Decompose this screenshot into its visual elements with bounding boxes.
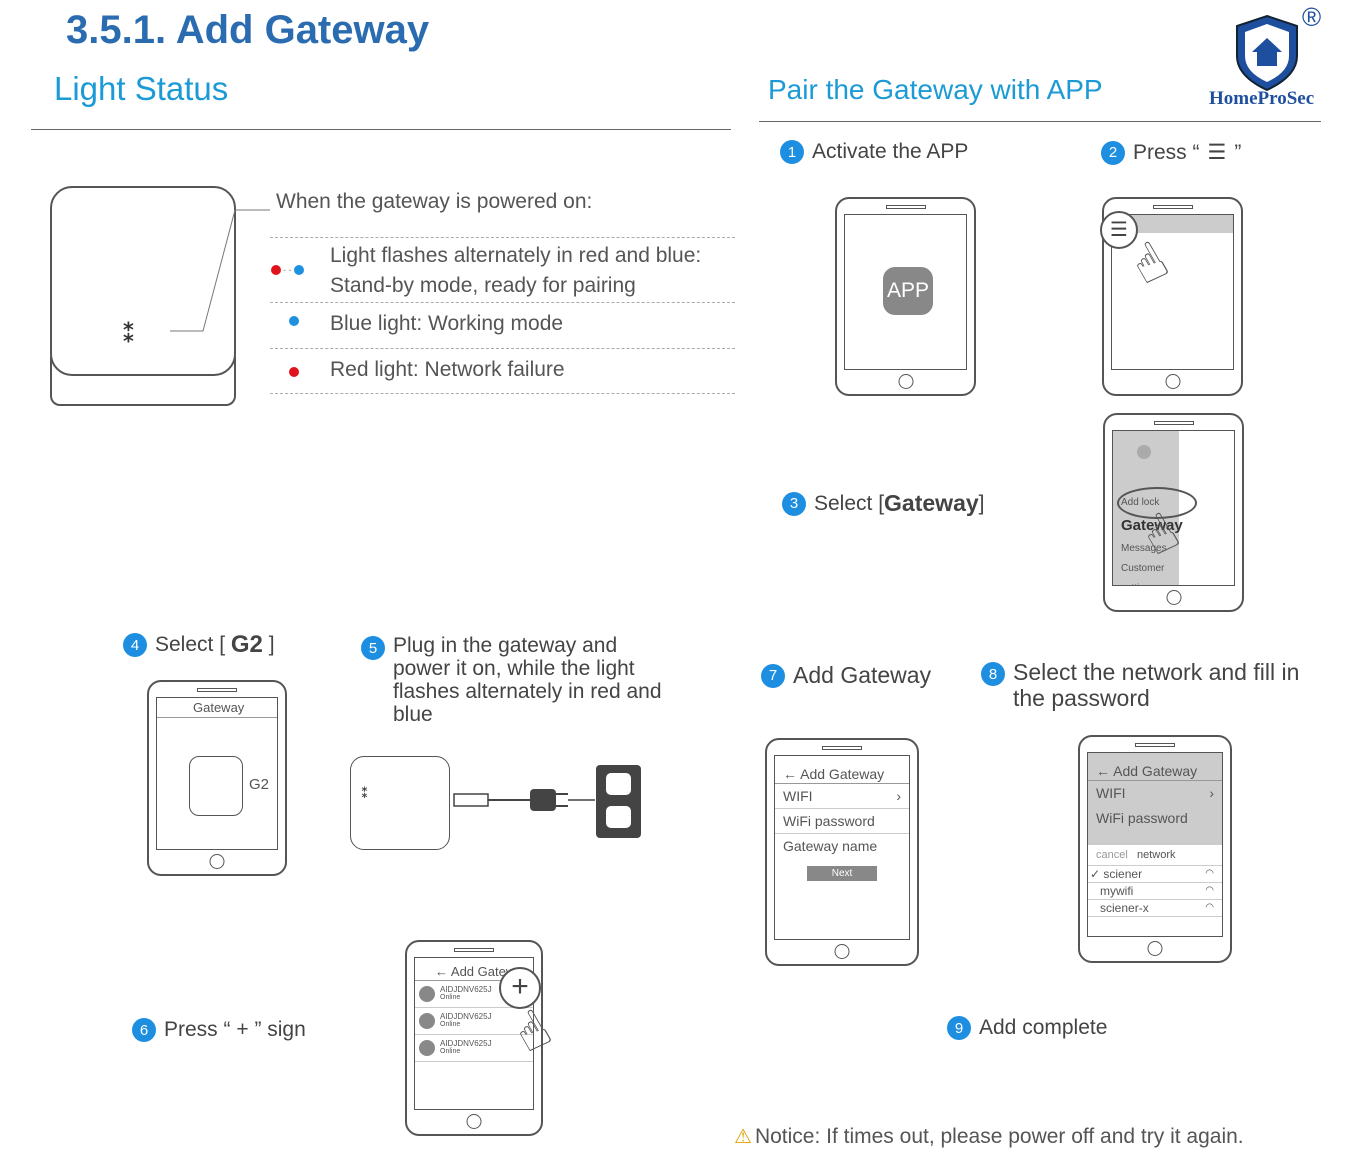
registered-mark: ®: [1302, 2, 1322, 32]
menu-item-settings[interactable]: settings: [1113, 579, 1179, 585]
warning-icon: ⚠: [734, 1126, 752, 1148]
g2-device-image[interactable]: [189, 756, 243, 816]
power-cable-icon: [453, 789, 595, 811]
light-indicator-icon: ⁑: [122, 318, 136, 348]
wifi-field[interactable]: WIFI ›: [1088, 781, 1222, 806]
divider: [270, 393, 735, 394]
cancel-button[interactable]: cancel: [1096, 849, 1128, 861]
gateway-device-illustration: ⁑: [350, 756, 450, 850]
gateway-icon: [419, 1013, 435, 1029]
divider: [270, 348, 735, 349]
divider: [270, 237, 735, 238]
page-title: 3.5.1. Add Gateway: [66, 8, 430, 52]
divider: [270, 302, 735, 303]
step-7: 7 Add Gateway: [761, 662, 931, 689]
gateway-list-item[interactable]: AIDJDNV625J Online: [415, 1035, 533, 1062]
network-item[interactable]: mywifi ◠: [1088, 883, 1222, 900]
phone-select-g2: Gateway G2: [147, 680, 287, 876]
step-3: 3 Select [Gateway]: [782, 490, 985, 517]
wall-outlet-icon: [596, 765, 641, 838]
wifi-field[interactable]: WIFI ›: [775, 784, 909, 809]
light-status-intro: When the gateway is powered on:: [276, 190, 593, 213]
menu-icon: ☰: [1207, 141, 1227, 164]
light-status-item: Blue light: Working mode: [330, 312, 564, 335]
logo: ® HomeProSec: [1205, 2, 1345, 114]
wifi-password-field[interactable]: WiFi password: [775, 809, 909, 834]
callout-line: [170, 209, 270, 332]
step-1: 1 Activate the APP: [780, 140, 968, 164]
step-2: 2 Press “☰”: [1101, 140, 1241, 165]
divider: [31, 129, 731, 130]
light-status-item: Light flashes alternately in red and blu…: [330, 244, 702, 297]
shield-house-icon: [1236, 14, 1298, 92]
divider: [759, 121, 1321, 122]
phone-select-network: ← Add Gateway WIFI › WiFi password cancel…: [1078, 735, 1232, 963]
red-dot: [289, 367, 299, 377]
gateway-name-field[interactable]: Gateway name: [775, 834, 909, 858]
next-button[interactable]: Next: [807, 866, 877, 881]
pair-heading: Pair the Gateway with APP: [768, 74, 1103, 105]
screen-header: Add Gateway: [800, 766, 885, 782]
blue-dot: [289, 316, 299, 326]
screen-header: Gateway: [157, 698, 277, 718]
wifi-password-field[interactable]: WiFi password: [1088, 806, 1222, 831]
step-6: 6 Press “ + ” sign: [132, 1018, 306, 1042]
step-8: 8 Select the network and fill in the pass…: [981, 659, 1301, 711]
wifi-icon: ◠: [1205, 868, 1214, 879]
network-title: network: [1136, 849, 1176, 861]
network-item[interactable]: sciener-x ◠: [1088, 900, 1222, 917]
light-status-item: Red light: Network failure: [330, 358, 565, 381]
g2-label[interactable]: G2: [249, 776, 269, 793]
light-status-heading: Light Status: [54, 70, 229, 107]
step-4: 4 Select [ G2 ]: [123, 631, 275, 659]
phone-add-gateway-list: ← Add Gateway AIDJDNV625J Online AIDJDNV62…: [405, 940, 561, 1136]
logo-text: HomeProSec: [1209, 88, 1315, 109]
gateway-icon: [419, 1040, 435, 1056]
wifi-icon: ◠: [1205, 902, 1214, 913]
app-icon[interactable]: APP: [883, 267, 933, 315]
phone-add-gateway-form: ← Add Gateway WIFI › WiFi password Gatewa…: [765, 738, 919, 966]
notice: ⚠ Notice: If times out, please power off …: [734, 1124, 1244, 1149]
step-9: 9 Add complete: [947, 1016, 1107, 1040]
gateway-icon: [419, 986, 435, 1002]
step-5: 5 Plug in the gateway and power it on, wh…: [361, 634, 671, 726]
red-blue-dots: - -: [271, 265, 304, 275]
phone-menu-press: ☰ ☝: [1100, 197, 1243, 396]
wifi-icon: ◠: [1205, 885, 1214, 896]
network-item[interactable]: ✓ sciener ◠: [1088, 866, 1222, 883]
phone-app-screen: APP: [835, 197, 976, 396]
phone-menu-gateway: Add lock Gateway Messages Customer setti…: [1103, 413, 1244, 612]
